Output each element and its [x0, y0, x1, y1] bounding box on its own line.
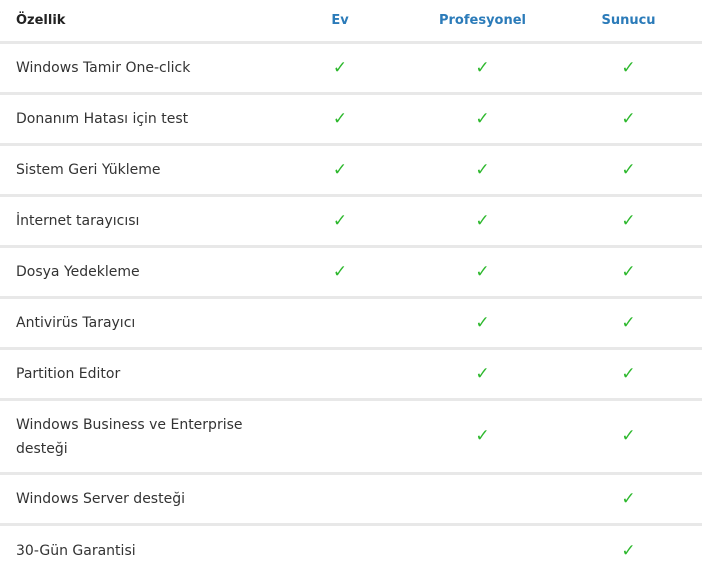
table-row: Dosya Yedekleme ✓ ✓ ✓ — [0, 248, 702, 299]
header-sunucu: Sunucu — [601, 13, 656, 28]
feature-label: Windows Server desteği — [16, 491, 185, 507]
cell-sunucu: ✓ — [555, 57, 702, 78]
feature-comparison-table: Özellik Ev Profesyonel Sunucu Windows Ta… — [0, 0, 702, 575]
table-header-row: Özellik Ev Profesyonel Sunucu — [0, 0, 702, 44]
cell-sunucu: ✓ — [555, 428, 702, 445]
check-icon: ✓ — [621, 159, 636, 180]
check-icon: ✓ — [621, 363, 636, 384]
check-icon: ✓ — [621, 210, 636, 231]
feature-label: Sistem Geri Yükleme — [16, 162, 161, 178]
check-icon: ✓ — [475, 159, 490, 180]
check-icon: ✓ — [621, 540, 636, 561]
cell-profesyonel: ✓ — [410, 261, 555, 282]
feature-label: İnternet tarayıcısı — [16, 213, 140, 229]
check-icon: ✓ — [332, 210, 348, 231]
cell-ev: ✓ — [270, 210, 410, 231]
check-icon: ✓ — [621, 426, 636, 446]
feature-label: Windows Business ve Enterprise desteği — [16, 416, 243, 457]
check-icon: ✓ — [621, 57, 636, 78]
table-row: Antivirüs Tarayıcı ✓ ✓ — [0, 299, 702, 350]
cell-sunucu: ✓ — [555, 540, 702, 561]
check-icon: ✓ — [621, 108, 636, 129]
cell-sunucu: ✓ — [555, 210, 702, 231]
feature-label: 30-Gün Garantisi — [16, 543, 136, 559]
cell-profesyonel: ✓ — [410, 210, 555, 231]
check-icon: ✓ — [475, 363, 490, 384]
check-icon: ✓ — [475, 312, 490, 333]
table-row: Donanım Hatası için test ✓ ✓ ✓ — [0, 95, 702, 146]
feature-label: Partition Editor — [16, 366, 121, 382]
cell-sunucu: ✓ — [555, 363, 702, 384]
header-feature: Özellik — [16, 12, 66, 28]
feature-label: Donanım Hatası için test — [16, 111, 189, 127]
check-icon: ✓ — [332, 261, 348, 282]
table-row: Windows Tamir One-click ✓ ✓ ✓ — [0, 44, 702, 95]
check-icon: ✓ — [475, 108, 490, 129]
cell-sunucu: ✓ — [555, 312, 702, 333]
check-icon: ✓ — [621, 488, 636, 509]
cell-profesyonel: ✓ — [410, 159, 555, 180]
cell-sunucu: ✓ — [555, 108, 702, 129]
cell-sunucu: ✓ — [555, 159, 702, 180]
check-icon: ✓ — [475, 426, 490, 446]
check-icon: ✓ — [621, 312, 636, 333]
check-icon: ✓ — [475, 261, 490, 282]
feature-label: Antivirüs Tarayıcı — [16, 315, 136, 331]
table-row: Sistem Geri Yükleme ✓ ✓ ✓ — [0, 146, 702, 197]
feature-label: Dosya Yedekleme — [16, 264, 140, 280]
check-icon: ✓ — [332, 159, 348, 180]
cell-ev: ✓ — [270, 261, 410, 282]
check-icon: ✓ — [332, 57, 348, 78]
table-row: İnternet tarayıcısı ✓ ✓ ✓ — [0, 197, 702, 248]
header-profesyonel: Profesyonel — [438, 13, 526, 28]
check-icon: ✓ — [475, 57, 490, 78]
cell-ev: ✓ — [270, 108, 410, 129]
cell-ev: ✓ — [270, 159, 410, 180]
check-icon: ✓ — [621, 261, 636, 282]
cell-sunucu: ✓ — [555, 488, 702, 509]
cell-profesyonel: ✓ — [410, 312, 555, 333]
feature-label: Windows Tamir One-click — [16, 60, 191, 76]
check-icon: ✓ — [475, 210, 490, 231]
cell-profesyonel: ✓ — [410, 428, 555, 445]
cell-profesyonel: ✓ — [410, 363, 555, 384]
header-ev: Ev — [331, 13, 349, 28]
cell-sunucu: ✓ — [555, 261, 702, 282]
table-row: Windows Business ve Enterprise desteği ✓… — [0, 401, 702, 475]
cell-profesyonel: ✓ — [410, 57, 555, 78]
cell-profesyonel: ✓ — [410, 108, 555, 129]
check-icon: ✓ — [332, 108, 348, 129]
table-row: Partition Editor ✓ ✓ — [0, 350, 702, 401]
cell-ev: ✓ — [270, 57, 410, 78]
table-row: Windows Server desteği ✓ — [0, 475, 702, 526]
table-row: 30-Gün Garantisi ✓ — [0, 526, 702, 575]
